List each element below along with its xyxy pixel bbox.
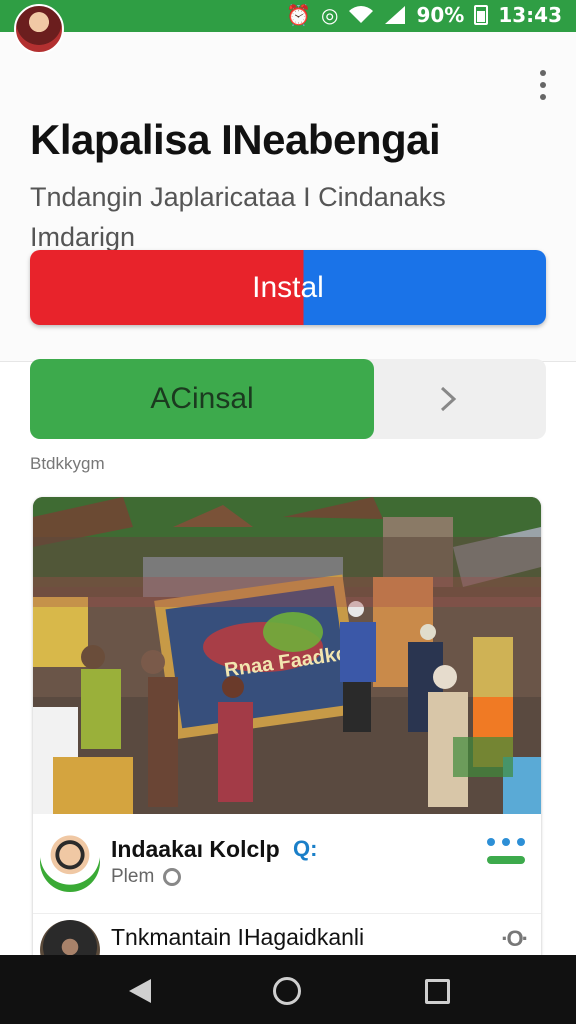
profile-avatar[interactable] — [14, 4, 64, 54]
alarm-icon: ⏰ — [286, 3, 311, 27]
timer-icon: ◎ — [321, 3, 339, 27]
overflow-menu-icon[interactable] — [538, 70, 548, 100]
install-button[interactable]: Instal — [30, 250, 546, 325]
app-subtitle: Tndangin Japlaricataa I Cindanaks Imdari… — [30, 182, 446, 252]
feed-item-name[interactable]: Tnkmantain IHagaidkanli — [111, 924, 364, 951]
signal-icon — [385, 6, 406, 24]
back-icon[interactable] — [127, 977, 153, 1005]
battery-icon — [474, 5, 489, 25]
status-icons: ⏰ ◎ 90% 13:43 — [286, 3, 562, 27]
wifi-icon — [349, 6, 374, 23]
feed-avatar[interactable] — [40, 832, 100, 892]
globe-icon — [163, 868, 181, 886]
secondary-action-row[interactable]: ACinsal — [30, 359, 546, 439]
secondary-button-label: ACinsal — [150, 382, 254, 415]
home-icon[interactable] — [273, 977, 301, 1005]
app-title: Klapalisa INeabengai — [30, 116, 441, 163]
status-bar: ⏰ ◎ 90% 13:43 — [0, 0, 576, 32]
verified-icon: Q: — [293, 836, 318, 861]
section-label: Btdkkygm — [30, 454, 105, 473]
secondary-button[interactable]: ACinsal — [30, 359, 374, 439]
battery-percent: 90% — [416, 3, 465, 27]
feed-item-meta: Plem — [111, 866, 155, 887]
more-options-icon[interactable] — [487, 838, 525, 868]
post-card[interactable]: Rnaa Faadko Indaakaı Kolclp Q: Plem Tnkm… — [33, 497, 541, 977]
install-button-label: Instal — [252, 270, 324, 304]
chevron-right-icon[interactable] — [438, 385, 458, 413]
status-time: 13:43 — [498, 3, 562, 27]
more-options-icon[interactable]: ·O· — [501, 926, 529, 952]
post-image[interactable]: Rnaa Faadko — [33, 497, 541, 814]
recent-apps-icon[interactable] — [425, 979, 450, 1004]
feed-item-name[interactable]: Indaakaı Kolclp — [111, 836, 280, 863]
feed-item[interactable]: Indaakaı Kolclp Q: Plem — [33, 814, 541, 914]
navigation-bar — [0, 955, 576, 1024]
